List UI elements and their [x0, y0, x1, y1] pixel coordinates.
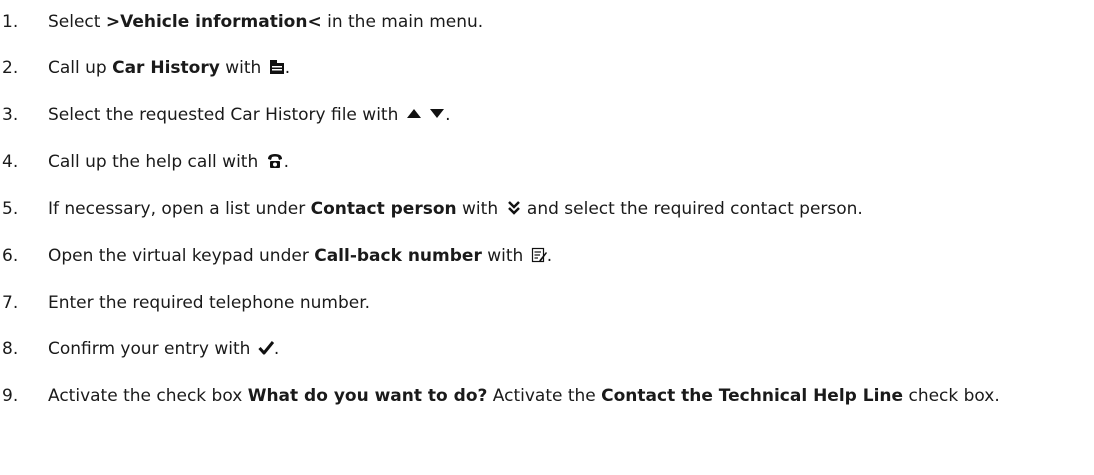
step-text-segment: . [284, 58, 291, 78]
step-text: Open the virtual keypad under Call-back … [48, 246, 1092, 266]
step-number: 8. [2, 339, 19, 359]
step-number: 7. [2, 293, 19, 313]
step-text-segment: Enter the required telephone number. [48, 293, 371, 313]
step-number: 4. [2, 152, 19, 172]
step-number: 3. [2, 105, 19, 125]
step-text-segment: Select the requested Car History file wi… [48, 105, 404, 125]
checkmark-icon [258, 340, 274, 356]
step-text-segment: and select the required contact person. [521, 199, 863, 219]
folder-icon [269, 59, 285, 75]
step-number: 9. [2, 386, 19, 406]
step-text: Enter the required telephone number. [48, 293, 1092, 313]
step-text-segment: with [481, 246, 529, 266]
emphasis-text: >Vehicle information< [105, 12, 322, 32]
step-text-segment: Open the virtual keypad under [48, 246, 315, 266]
double-chevron-down-icon [506, 200, 522, 216]
step-text-segment: with [456, 199, 504, 219]
emphasis-text: Car History [112, 58, 220, 78]
help-call-icon [266, 153, 284, 169]
step-text-segment: Select [48, 12, 106, 32]
step-text-segment: in the main menu. [321, 12, 484, 32]
arrow-up-icon [406, 106, 422, 122]
step-text: Call up Car History with . [48, 58, 1092, 78]
emphasis-text: Contact person [310, 199, 457, 219]
step-number: 2. [2, 58, 19, 78]
step-text-segment: Activate the [487, 386, 602, 406]
step-text-segment: . [445, 105, 451, 125]
step-text: Call up the help call with . [48, 152, 1092, 172]
step-number: 1. [2, 12, 19, 32]
emphasis-text: What do you want to do? [247, 386, 488, 406]
step-text: Select the requested Car History file wi… [48, 105, 1092, 125]
step-text: Select >Vehicle information< in the main… [48, 12, 1092, 32]
step-number: 6. [2, 246, 19, 266]
step-text-segment: . [546, 246, 553, 266]
step-text-segment: If necessary, open a list under [48, 199, 311, 219]
step-text-segment: . [283, 152, 290, 172]
step-text-segment: Call up the help call with [48, 152, 264, 172]
step-text-segment: check box. [903, 386, 1000, 406]
step-text: If necessary, open a list under Contact … [48, 199, 1092, 219]
step-number: 5. [2, 199, 19, 219]
emphasis-text: Call-back number [314, 246, 482, 266]
step-text: Activate the check box What do you want … [48, 386, 1092, 406]
emphasis-text: Contact the Technical Help Line [601, 386, 904, 406]
step-text-segment: . [273, 339, 280, 359]
step-text-segment [422, 105, 427, 125]
step-text-segment: Call up [48, 58, 113, 78]
edit-icon [531, 247, 547, 263]
step-text-segment: with [219, 58, 267, 78]
arrow-down-icon [429, 106, 445, 122]
step-text: Confirm your entry with . [48, 339, 1092, 359]
step-text-segment: Activate the check box [48, 386, 248, 406]
step-text-segment: Confirm your entry with [48, 339, 256, 359]
